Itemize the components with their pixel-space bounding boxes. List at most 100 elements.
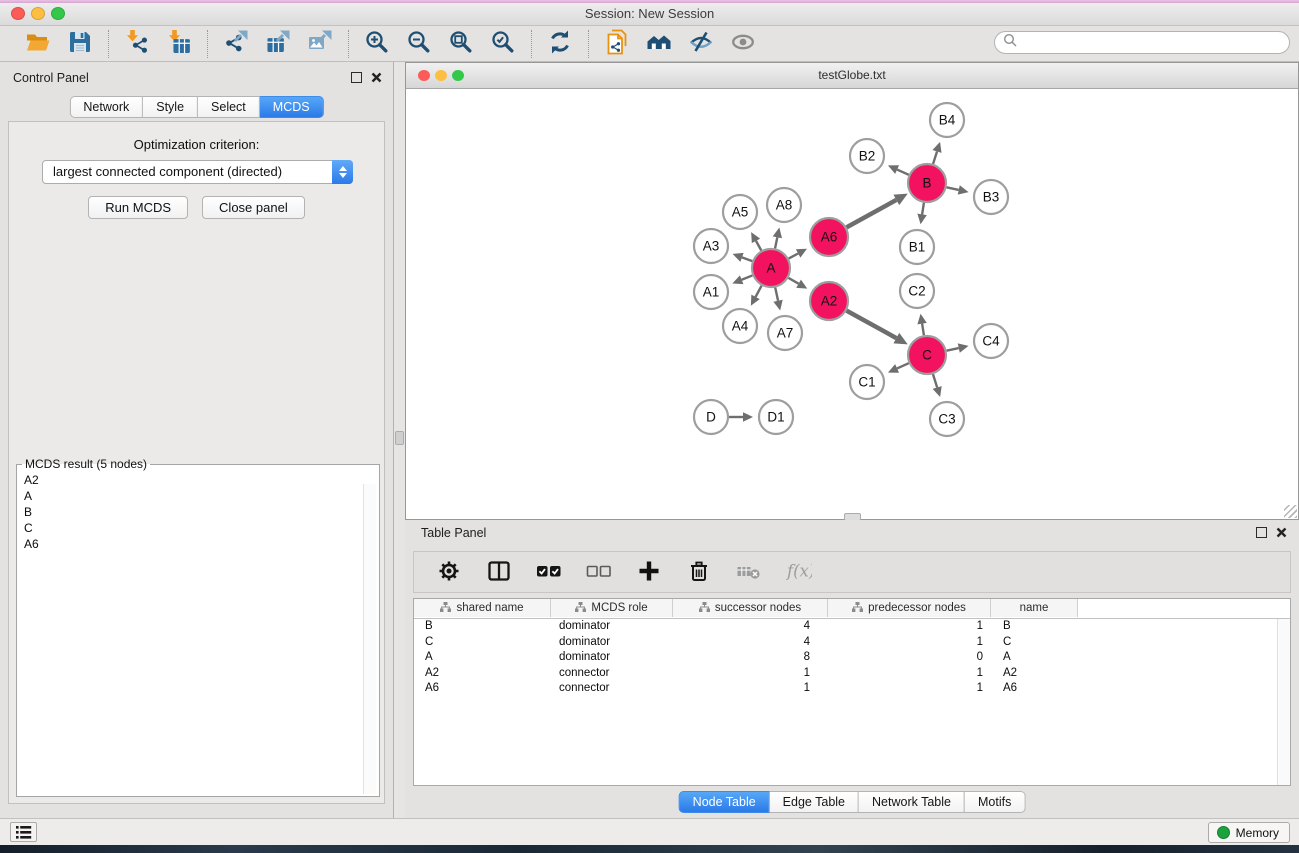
mcds-result-item[interactable]: B: [21, 504, 375, 520]
graph-node-B[interactable]: B: [908, 164, 946, 202]
tab-select[interactable]: Select: [198, 96, 260, 118]
search-icon: [1003, 33, 1018, 53]
zoom-in-icon: [364, 29, 390, 58]
import-network-button[interactable]: [121, 28, 153, 60]
graph-node-A7[interactable]: A7: [768, 316, 802, 350]
import-table-button[interactable]: [163, 28, 195, 60]
mcds-result-item[interactable]: A2: [21, 472, 375, 488]
zoom-out-button[interactable]: [403, 28, 435, 60]
import-network-icon: [124, 29, 150, 58]
graph-node-D1[interactable]: D1: [759, 400, 793, 434]
column-header-shared-name[interactable]: shared name: [414, 599, 551, 617]
graph-node-A3[interactable]: A3: [694, 229, 728, 263]
deselect-all-button[interactable]: [582, 555, 616, 589]
graph-node-B3[interactable]: B3: [974, 180, 1008, 214]
task-history-button[interactable]: [10, 822, 37, 842]
edge-A-A1: [732, 275, 752, 284]
settings-button[interactable]: [432, 555, 466, 589]
select-all-button[interactable]: [532, 555, 566, 589]
copy-network-button[interactable]: [601, 28, 633, 60]
edge-C-C3: [933, 374, 942, 397]
svg-text:A2: A2: [821, 294, 838, 309]
graph-node-C[interactable]: C: [908, 336, 946, 374]
export-table-button[interactable]: [262, 28, 294, 60]
close-icon: [371, 72, 382, 83]
mcds-result-box: MCDS result (5 nodes) A2ABCA6: [16, 457, 380, 797]
graph-node-B4[interactable]: B4: [930, 103, 964, 137]
save-session-button[interactable]: [64, 28, 96, 60]
zoom-in-button[interactable]: [361, 28, 393, 60]
export-image-icon: [307, 29, 333, 58]
graph-node-B2[interactable]: B2: [850, 139, 884, 173]
add-row-button[interactable]: [632, 555, 666, 589]
open-file-icon: [25, 29, 51, 58]
export-network-button[interactable]: [220, 28, 252, 60]
zoom-fit-icon: [448, 29, 474, 58]
graph-node-A4[interactable]: A4: [723, 309, 757, 343]
table-row[interactable]: Adominator80A: [414, 650, 1290, 666]
table-panel-close-button[interactable]: [1275, 526, 1288, 539]
graph-node-A1[interactable]: A1: [694, 275, 728, 309]
graph-node-B1[interactable]: B1: [900, 230, 934, 264]
table-panel-float-button[interactable]: [1255, 526, 1268, 539]
graph-node-A[interactable]: A: [752, 249, 790, 287]
delete-row-button[interactable]: [682, 555, 716, 589]
show-graphics-details-button[interactable]: [727, 28, 759, 60]
table-row[interactable]: Cdominator41C: [414, 635, 1290, 651]
column-header-name[interactable]: name: [991, 599, 1078, 617]
optimization-criterion-select[interactable]: largest connected component (directed): [42, 160, 353, 184]
table-row[interactable]: A6connector11A6: [414, 681, 1290, 697]
column-header-successor-nodes[interactable]: successor nodes: [673, 599, 828, 617]
graph-node-C3[interactable]: C3: [930, 402, 964, 436]
mcds-result-item[interactable]: A6: [21, 536, 375, 552]
memory-button[interactable]: Memory: [1208, 822, 1290, 843]
table-panel: Table Panel f(x) shared nameMCDS rolesuc…: [405, 520, 1299, 818]
column-header-MCDS-role[interactable]: MCDS role: [551, 599, 673, 617]
open-file-button[interactable]: [22, 28, 54, 60]
tab-node-table[interactable]: Node Table: [679, 791, 770, 813]
graph-node-C1[interactable]: C1: [850, 365, 884, 399]
mcds-result-item[interactable]: A: [21, 488, 375, 504]
tab-mcds[interactable]: MCDS: [260, 96, 324, 118]
column-header-predecessor-nodes[interactable]: predecessor nodes: [828, 599, 991, 617]
tab-style[interactable]: Style: [143, 96, 198, 118]
table-cell: A2: [991, 666, 1078, 682]
panel-split-handle[interactable]: [395, 431, 404, 445]
column-view-button[interactable]: [482, 555, 516, 589]
network-graph-canvas[interactable]: A A1 A3 A4 A5 A7 A8 A6 A2 B B1 B2 B3 B4 C C1 C2 C3 C4 D D1: [406, 88, 1298, 519]
tab-edge-table[interactable]: Edge Table: [770, 791, 859, 813]
table-row[interactable]: A2connector11A2: [414, 666, 1290, 682]
zoom-selected-button[interactable]: [487, 28, 519, 60]
control-panel-float-button[interactable]: [350, 71, 363, 84]
tab-motifs[interactable]: Motifs: [965, 791, 1025, 813]
control-panel-close-button[interactable]: [370, 71, 383, 84]
table-row[interactable]: Bdominator41B: [414, 619, 1290, 635]
hide-graphics-details-icon: [688, 29, 714, 58]
close-panel-button[interactable]: Close panel: [202, 196, 305, 219]
zoom-fit-button[interactable]: [445, 28, 477, 60]
result-scrollbar[interactable]: [363, 484, 376, 794]
mcds-result-item[interactable]: C: [21, 520, 375, 536]
graph-node-A6[interactable]: A6: [810, 218, 848, 256]
network-view-window: testGlobe.txt AA1A3A4A5A7A8A6A2BB1B2B3B4…: [405, 62, 1299, 520]
edge-A-A4: [751, 286, 762, 306]
run-mcds-button[interactable]: Run MCDS: [88, 196, 188, 219]
graph-node-A5[interactable]: A5: [723, 195, 757, 229]
graph-node-C4[interactable]: C4: [974, 324, 1008, 358]
edge-C-C1: [888, 363, 909, 373]
graph-node-C2[interactable]: C2: [900, 274, 934, 308]
table-toolbar: f(x): [413, 551, 1291, 593]
column-type-icon: [440, 602, 451, 615]
graph-node-D[interactable]: D: [694, 400, 728, 434]
export-image-button[interactable]: [304, 28, 336, 60]
refresh-view-button[interactable]: [544, 28, 576, 60]
hide-graphics-details-button[interactable]: [685, 28, 717, 60]
search-input[interactable]: [1023, 33, 1289, 53]
graph-node-A2[interactable]: A2: [810, 282, 848, 320]
graph-node-A8[interactable]: A8: [767, 188, 801, 222]
refresh-view-icon: [547, 29, 573, 58]
tab-network[interactable]: Network: [69, 96, 143, 118]
home-view-button[interactable]: [643, 28, 675, 60]
resize-corner[interactable]: [1284, 505, 1297, 518]
tab-network-table[interactable]: Network Table: [859, 791, 965, 813]
